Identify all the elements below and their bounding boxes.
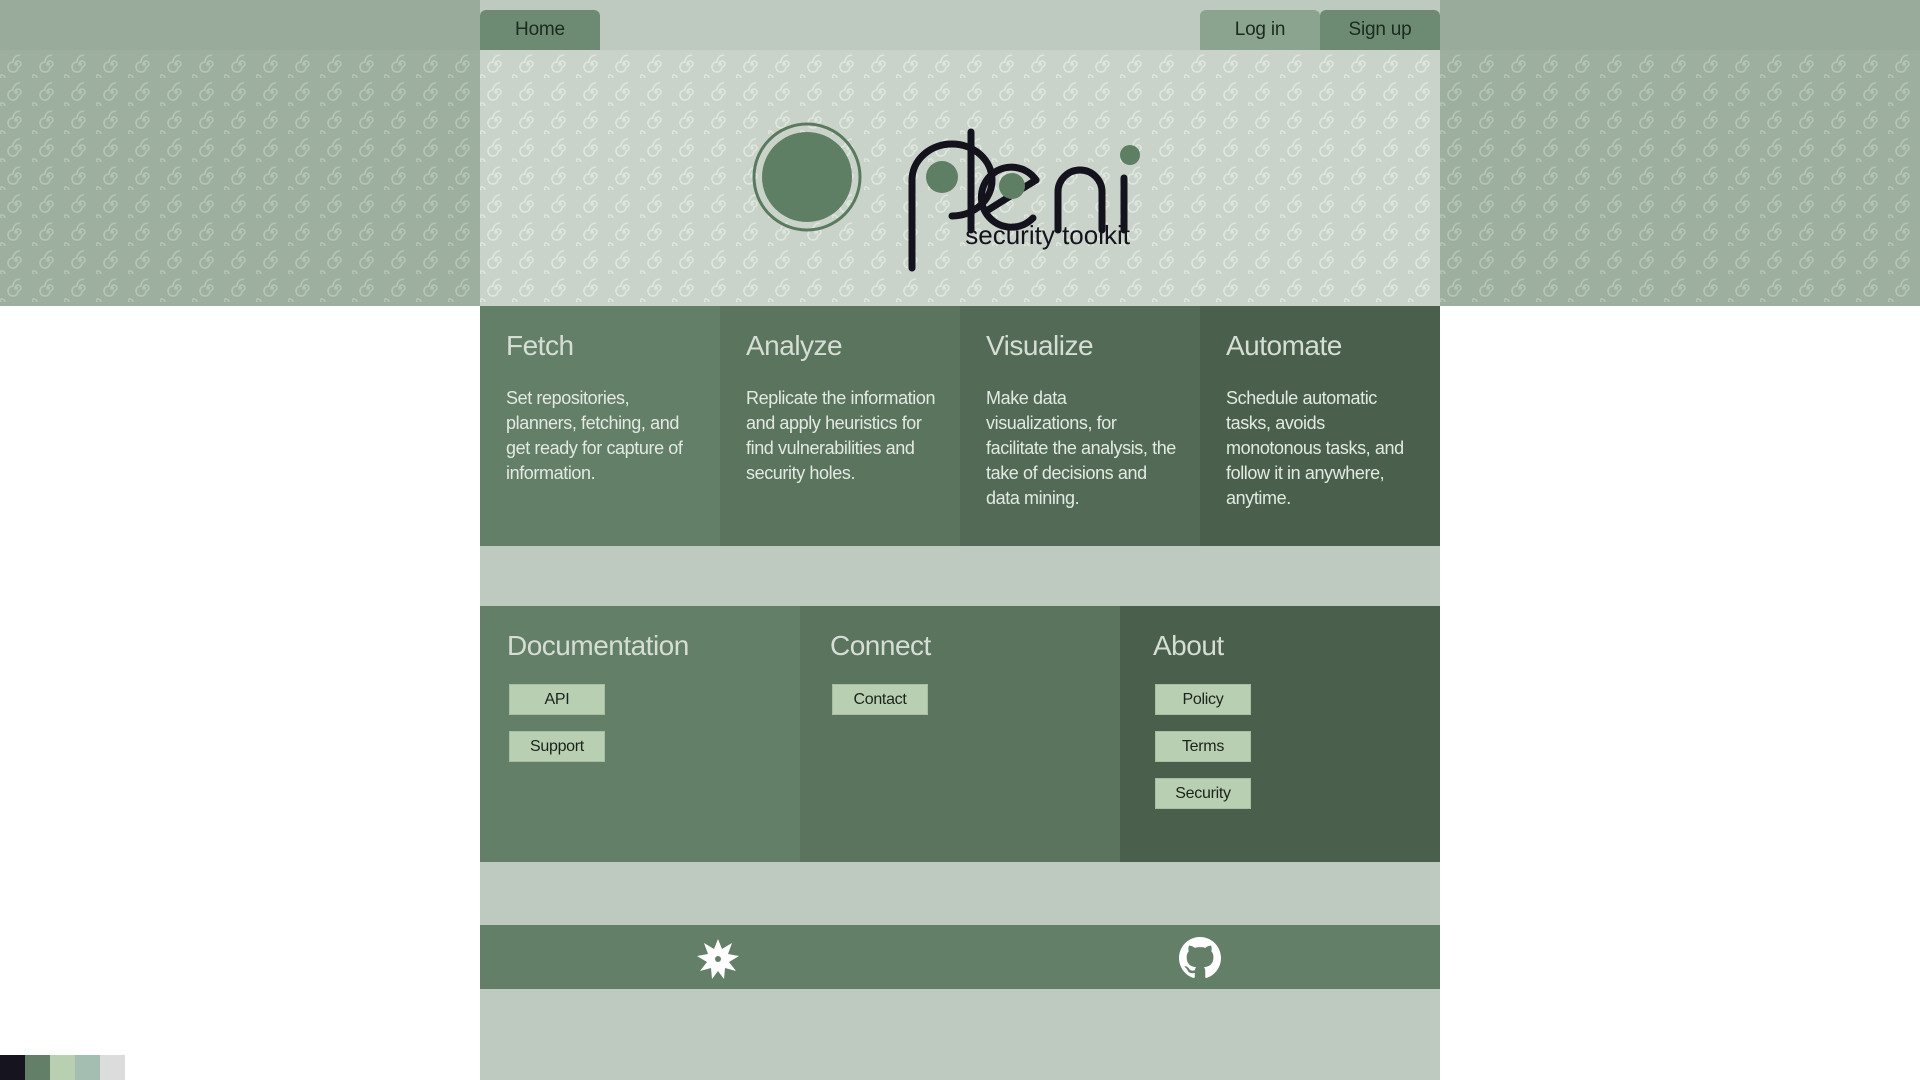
- documentation-section: Documentation API Support: [480, 606, 800, 862]
- links-row: Documentation API Support Connect Contac…: [480, 606, 1440, 862]
- palette-swatch: [75, 1055, 100, 1080]
- nav-home-tab[interactable]: Home: [480, 10, 600, 50]
- feature-fetch: Fetch Set repositories, planners, fetchi…: [480, 306, 720, 546]
- feature-analyze: Analyze Replicate the information and ap…: [720, 306, 960, 546]
- feature-text: Replicate the information and apply heur…: [746, 388, 936, 483]
- github-icon[interactable]: [1179, 937, 1221, 979]
- hero-banner: security toolkit: [480, 50, 1440, 306]
- feature-text: Set repositories, planners, fetching, an…: [506, 388, 683, 483]
- feature-text: Make data visualizations, for facilitate…: [986, 388, 1176, 508]
- feature-title: Automate: [1226, 330, 1342, 361]
- connect-section: Connect Contact: [800, 606, 1120, 862]
- palette-swatch: [25, 1055, 50, 1080]
- terms-button[interactable]: Terms: [1155, 731, 1251, 762]
- feature-visualize: Visualize Make data visualizations, for …: [960, 306, 1200, 546]
- support-button[interactable]: Support: [509, 731, 605, 762]
- hero-tagline: security toolkit: [965, 220, 1130, 250]
- security-button[interactable]: Security: [1155, 778, 1251, 809]
- contact-button[interactable]: Contact: [832, 684, 928, 715]
- section-title: About: [1153, 630, 1224, 661]
- nav-signup-tab[interactable]: Sign up: [1320, 10, 1440, 50]
- pleni-logo: security toolkit: [752, 122, 1140, 272]
- features-row: Fetch Set repositories, planners, fetchi…: [480, 306, 1440, 546]
- palette-swatch: [100, 1055, 125, 1080]
- palette-swatch: [0, 1055, 25, 1080]
- footer-bar: [480, 925, 1440, 989]
- section-title: Documentation: [507, 630, 689, 661]
- feature-automate: Automate Schedule automatic tasks, avoid…: [1200, 306, 1440, 546]
- feature-text: Schedule automatic tasks, avoids monoton…: [1226, 388, 1404, 508]
- feature-title: Fetch: [506, 330, 574, 361]
- about-section: About Policy Terms Security: [1120, 606, 1440, 862]
- palette-swatch: [50, 1055, 75, 1080]
- api-button[interactable]: API: [509, 684, 605, 715]
- feature-title: Visualize: [986, 330, 1094, 361]
- policy-button[interactable]: Policy: [1155, 684, 1251, 715]
- section-title: Connect: [830, 630, 931, 661]
- color-palette: [0, 1055, 125, 1080]
- main-column: Home Log in Sign up security toolkit Fet…: [480, 0, 1440, 1080]
- nav-login-tab[interactable]: Log in: [1200, 10, 1320, 50]
- feature-title: Analyze: [746, 330, 843, 361]
- star-badge-icon[interactable]: [696, 937, 740, 981]
